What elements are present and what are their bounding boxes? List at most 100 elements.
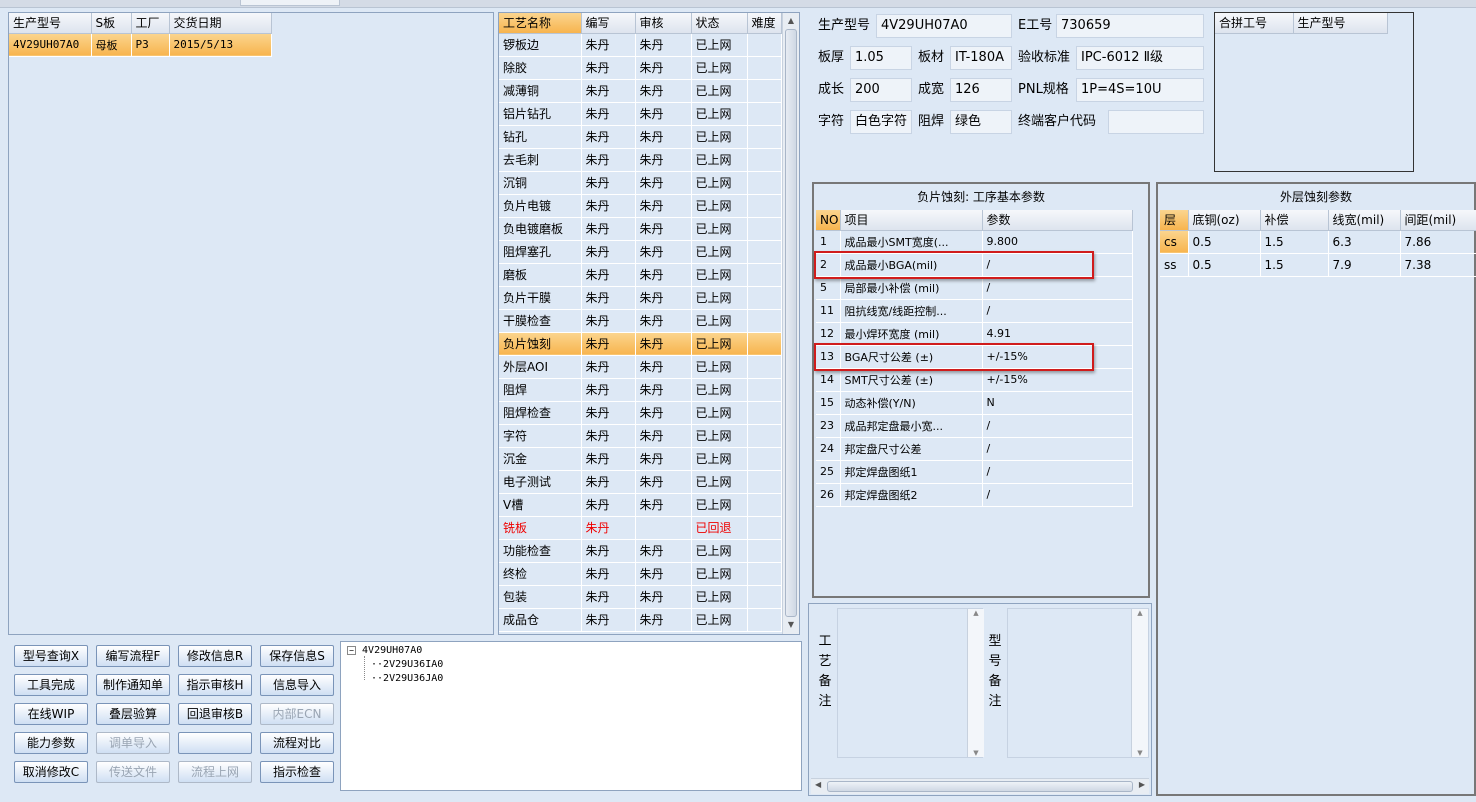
tree-collapse-icon[interactable]: − [347, 645, 356, 655]
outer-column-header[interactable]: 底铜(oz) [1188, 210, 1261, 231]
pnl-field[interactable]: 1P=4S=10U [1076, 78, 1204, 102]
material-field[interactable]: IT-180A [950, 46, 1012, 70]
process-row[interactable]: 阻焊 朱丹 朱丹 已上网 [499, 378, 782, 402]
action-button[interactable]: 内部ECN [260, 703, 334, 725]
action-button[interactable]: 取消修改C [14, 761, 88, 783]
process-row[interactable]: 字符 朱丹 朱丹 已上网 [499, 424, 782, 448]
outer-column-header[interactable]: 补偿 [1260, 210, 1329, 231]
process-note-scrollbar[interactable]: ▲ ▼ [967, 609, 984, 757]
mask-field[interactable]: 绿色 [950, 110, 1012, 134]
process-row[interactable]: 负电镀磨板 朱丹 朱丹 已上网 [499, 217, 782, 241]
orders-column-header[interactable]: 生产型号 [9, 13, 92, 34]
action-button[interactable]: 调单导入 [96, 732, 170, 754]
action-button[interactable]: 回退审核B [178, 703, 252, 725]
process-row[interactable]: 包装 朱丹 朱丹 已上网 [499, 585, 782, 609]
length-field[interactable]: 200 [850, 78, 912, 102]
char-field[interactable]: 白色字符 [850, 110, 912, 134]
action-button[interactable]: 能力参数 [14, 732, 88, 754]
outer-row[interactable]: ss 0.5 1.5 7.9 7.38 [1160, 253, 1476, 277]
process-row[interactable]: 功能检查 朱丹 朱丹 已上网 [499, 539, 782, 563]
process-row[interactable]: 磨板 朱丹 朱丹 已上网 [499, 263, 782, 287]
top-tab[interactable] [240, 0, 340, 6]
scroll-down-arrow-icon[interactable]: ▼ [1132, 749, 1148, 757]
scroll-down-arrow-icon[interactable]: ▼ [783, 617, 799, 633]
process-row[interactable]: 成品仓 朱丹 朱丹 已上网 [499, 608, 782, 632]
action-button[interactable]: 指示审核H [178, 674, 252, 696]
standard-field[interactable]: IPC-6012 Ⅱ级 [1076, 46, 1204, 70]
process-row[interactable]: 电子测试 朱丹 朱丹 已上网 [499, 470, 782, 494]
params-row[interactable]: 23 成品邦定盘最小宽... / [816, 414, 1133, 438]
width-field[interactable]: 126 [950, 78, 1012, 102]
hscroll-thumb[interactable] [827, 781, 1133, 792]
action-button[interactable]: 在线WIP [14, 703, 88, 725]
scroll-down-arrow-icon[interactable]: ▼ [968, 749, 984, 757]
customer-field[interactable] [1108, 110, 1204, 134]
process-note-field[interactable] [837, 608, 983, 758]
action-button[interactable]: 指示检查 [260, 761, 334, 783]
action-button[interactable]: 编写流程F [96, 645, 170, 667]
action-button[interactable]: 制作通知单 [96, 674, 170, 696]
scroll-up-arrow-icon[interactable]: ▲ [783, 13, 799, 29]
params-row[interactable]: 15 动态补偿(Y/N) N [816, 391, 1133, 415]
model-note-scrollbar[interactable]: ▲ ▼ [1131, 609, 1148, 757]
model-note-field[interactable] [1007, 608, 1149, 758]
params-column-header[interactable]: 项目 [840, 210, 983, 231]
process-column-header[interactable]: 审核 [635, 13, 692, 34]
action-button[interactable] [178, 732, 252, 754]
process-row[interactable]: 负片电镀 朱丹 朱丹 已上网 [499, 194, 782, 218]
process-column-header[interactable]: 状态 [691, 13, 748, 34]
process-scrollbar[interactable]: ▲ ▼ [782, 13, 799, 634]
params-row[interactable]: 24 邦定盘尺寸公差 / [816, 437, 1133, 461]
thick-field[interactable]: 1.05 [850, 46, 912, 70]
action-button[interactable]: 型号查询X [14, 645, 88, 667]
process-row[interactable]: 减薄铜 朱丹 朱丹 已上网 [499, 79, 782, 103]
action-button[interactable]: 流程对比 [260, 732, 334, 754]
scroll-right-arrow-icon[interactable]: ▶ [1139, 780, 1145, 789]
process-row[interactable]: 去毛刺 朱丹 朱丹 已上网 [499, 148, 782, 172]
process-row[interactable]: 沉金 朱丹 朱丹 已上网 [499, 447, 782, 471]
process-row[interactable]: 除胶 朱丹 朱丹 已上网 [499, 56, 782, 80]
process-column-header[interactable]: 编写 [581, 13, 636, 34]
outer-column-header[interactable]: 间距(mil) [1400, 210, 1476, 231]
notes-hscrollbar[interactable]: ◀ ▶ [811, 778, 1149, 794]
scroll-up-arrow-icon[interactable]: ▲ [968, 609, 984, 617]
params-row[interactable]: 11 阻抗线宽/线距控制... / [816, 299, 1133, 323]
action-button[interactable]: 工具完成 [14, 674, 88, 696]
merge-column-header[interactable]: 生产型号 [1293, 13, 1388, 34]
outer-row[interactable]: cs 0.5 1.5 6.3 7.86 [1160, 230, 1476, 254]
params-column-header[interactable]: NO [816, 210, 841, 231]
orders-column-header[interactable]: 交货日期 [169, 13, 272, 34]
action-button[interactable]: 修改信息R [178, 645, 252, 667]
process-row[interactable]: 终检 朱丹 朱丹 已上网 [499, 562, 782, 586]
process-row[interactable]: 铣板 朱丹 已回退 [499, 516, 782, 540]
process-column-header[interactable]: 工艺名称 [499, 13, 582, 34]
process-row[interactable]: 阻焊塞孔 朱丹 朱丹 已上网 [499, 240, 782, 264]
process-row[interactable]: 负片干膜 朱丹 朱丹 已上网 [499, 286, 782, 310]
process-row[interactable]: 钻孔 朱丹 朱丹 已上网 [499, 125, 782, 149]
orders-column-header[interactable]: 工厂 [131, 13, 170, 34]
model-field[interactable]: 4V29UH07A0 [876, 14, 1012, 38]
process-row[interactable]: 外层AOI 朱丹 朱丹 已上网 [499, 355, 782, 379]
process-row[interactable]: 锣板边 朱丹 朱丹 已上网 [499, 33, 782, 57]
orders-column-header[interactable]: S板 [91, 13, 132, 34]
scroll-thumb[interactable] [785, 29, 797, 617]
params-row[interactable]: 26 邦定焊盘图纸2/ [816, 483, 1133, 507]
merge-column-header[interactable]: 合拼工号 [1215, 13, 1294, 34]
outer-column-header[interactable]: 层 [1160, 210, 1189, 231]
action-button[interactable]: 叠层验算 [96, 703, 170, 725]
action-button[interactable]: 流程上网 [178, 761, 252, 783]
process-row[interactable]: V槽 朱丹 朱丹 已上网 [499, 493, 782, 517]
action-button[interactable]: 信息导入 [260, 674, 334, 696]
process-row[interactable]: 沉铜 朱丹 朱丹 已上网 [499, 171, 782, 195]
model-tree[interactable]: − 4V29UH07A0 ··2V29U36IA0 ··2V29U36JA0 [340, 641, 802, 791]
params-row[interactable]: 12 最小焊环宽度 (mil) 4.91 [816, 322, 1133, 346]
scroll-left-arrow-icon[interactable]: ◀ [815, 780, 821, 789]
process-column-header[interactable]: 难度 [747, 13, 782, 34]
params-row[interactable]: 25 邦定焊盘图纸1/ [816, 460, 1133, 484]
outer-column-header[interactable]: 线宽(mil) [1328, 210, 1401, 231]
action-button[interactable]: 保存信息S [260, 645, 334, 667]
process-row[interactable]: 阻焊检查 朱丹 朱丹 已上网 [499, 401, 782, 425]
tree-root[interactable]: − 4V29UH07A0 [347, 644, 422, 658]
params-row[interactable]: 1 成品最小SMT宽度(... 9.800 [816, 230, 1133, 254]
orders-row[interactable]: 4V29UH07A0 母板 P3 2015/5/13 [9, 33, 272, 57]
